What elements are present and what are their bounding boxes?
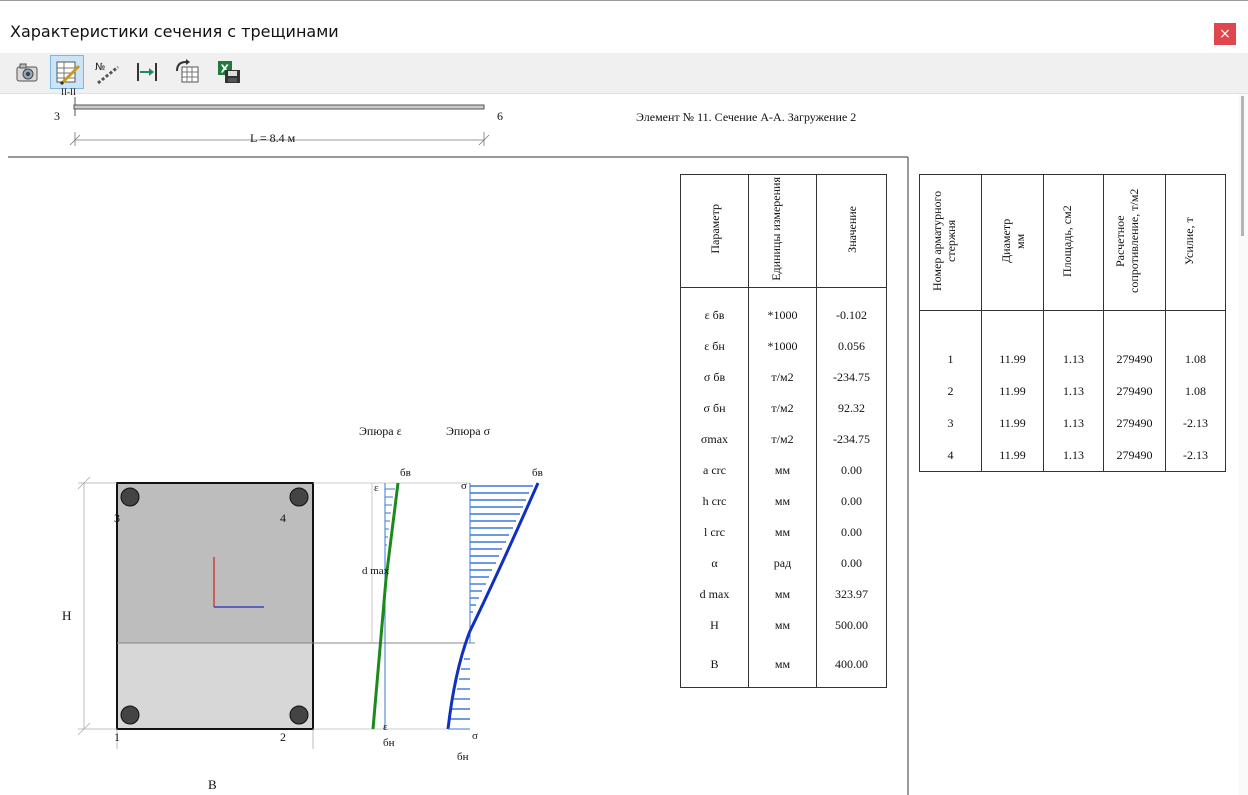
grid-rotate-button[interactable] bbox=[170, 55, 204, 89]
sigma-top-symbol: σ bbox=[461, 480, 467, 492]
beam-length-label: L = 8.4 м bbox=[250, 131, 296, 145]
table-row: σ бн т/м2 92.32 bbox=[680, 393, 887, 424]
rebar-label-1: 1 bbox=[114, 730, 120, 744]
cross-section-drawing bbox=[77, 476, 540, 749]
compressed-zone bbox=[117, 483, 313, 643]
table-row: d max мм 323.97 bbox=[680, 579, 887, 610]
value-header: Значение bbox=[816, 174, 887, 288]
table-row: ε бн *1000 0.056 bbox=[680, 331, 887, 362]
vertical-scrollbar[interactable] bbox=[1238, 94, 1248, 795]
window-title: Характеристики сечения с трещинами bbox=[10, 22, 339, 41]
parameters-header-row: Параметр Единицы измерения Значение bbox=[680, 174, 887, 288]
close-button[interactable]: × bbox=[1214, 23, 1236, 45]
parameters-table: Параметр Единицы измерения Значение ε бв… bbox=[680, 174, 887, 688]
sigma-top-zone-label: бв bbox=[532, 467, 543, 479]
scrollbar-thumb[interactable] bbox=[1241, 96, 1244, 236]
sigma-bottom-symbol: σ bbox=[472, 730, 478, 742]
rebar-header-row: Номер арматурного стержня Диаметр мм Пло… bbox=[919, 174, 1226, 311]
excel-save-icon: X bbox=[218, 61, 240, 83]
rebar-label-3: 3 bbox=[114, 511, 120, 525]
title-bar: Характеристики сечения с трещинами × bbox=[0, 1, 1248, 49]
screenshot-button[interactable] bbox=[10, 55, 44, 89]
beam-scheme bbox=[69, 97, 490, 146]
table-row: h crc мм 0.00 bbox=[680, 486, 887, 517]
unit-header: Единицы измерения bbox=[748, 174, 817, 288]
svg-text:№: № bbox=[95, 62, 105, 73]
table-row: Bмм 400.00 bbox=[680, 641, 887, 688]
table-row: α рад 0.00 bbox=[680, 548, 887, 579]
rebar-table: Номер арматурного стержня Диаметр мм Пло… bbox=[919, 174, 1226, 472]
epure-eps-title: Эпюра ε bbox=[359, 424, 402, 438]
table-edit-button[interactable] bbox=[50, 55, 84, 89]
dialog-window: Характеристики сечения с трещинами × № X… bbox=[0, 0, 1248, 795]
dmax-label: d max bbox=[362, 565, 390, 577]
table-row: l crc мм 0.00 bbox=[680, 517, 887, 548]
eps-top-zone-label: бв bbox=[400, 467, 411, 479]
rebar-3 bbox=[120, 487, 140, 507]
area-header: Площадь, см2 bbox=[1043, 174, 1104, 311]
diameter-header: Диаметр мм bbox=[981, 174, 1044, 311]
results-panel: II-II 3 6 L = 8.4 м Элемент № 11. Сечени… bbox=[0, 87, 1248, 795]
section-mark: II-II bbox=[61, 87, 76, 97]
force-header: Усилие, т bbox=[1165, 174, 1226, 311]
dimension-button[interactable] bbox=[130, 55, 164, 89]
eps-top-symbol: ε bbox=[374, 482, 379, 494]
epure-sigma-title: Эпюра σ bbox=[446, 424, 491, 438]
table-row: 4 11.99 1.13 279490 -2.13 bbox=[919, 439, 1226, 472]
sigma-bottom-zone-label: бн bbox=[457, 751, 469, 763]
table-row: σ бв т/м2 -234.75 bbox=[680, 362, 887, 393]
numbered-rebar-icon: № bbox=[95, 62, 119, 85]
camera-icon bbox=[16, 63, 38, 82]
rebar-label-2: 2 bbox=[280, 730, 286, 744]
rebar-2 bbox=[289, 705, 309, 725]
table-row: a crc мм 0.00 bbox=[680, 455, 887, 486]
tension-zone bbox=[117, 643, 313, 729]
height-label: H bbox=[62, 608, 72, 623]
width-label: B bbox=[208, 777, 217, 792]
beam-start-node: 3 bbox=[54, 109, 60, 123]
rebar-1 bbox=[120, 705, 140, 725]
table-row: σmax т/м2 -234.75 bbox=[680, 424, 887, 455]
export-excel-button[interactable]: X bbox=[212, 55, 246, 89]
table-row: 2 11.99 1.13 279490 1.08 bbox=[919, 375, 1226, 407]
element-title: Элемент № 11. Сечение А-А. Загружение 2 bbox=[636, 110, 857, 124]
beam-end-node: 6 bbox=[497, 109, 503, 123]
rebar-label-4: 4 bbox=[280, 511, 286, 525]
grid-rotate-icon bbox=[176, 59, 199, 83]
toolbar: № X bbox=[0, 53, 1248, 94]
table-row: 3 11.99 1.13 279490 -2.13 bbox=[919, 407, 1226, 439]
rebar-number-header: Номер арматурного стержня bbox=[919, 174, 982, 311]
epure-eps-line-bottom bbox=[371, 578, 388, 730]
numbered-rebar-button[interactable]: № bbox=[90, 55, 124, 89]
table-pencil-icon bbox=[56, 61, 81, 86]
param-header: Параметр bbox=[680, 174, 749, 288]
table-row: 1 11.99 1.13 279490 1.08 bbox=[919, 343, 1226, 375]
resistance-header: Расчетное сопротивление, т/м2 bbox=[1103, 174, 1166, 311]
epure-sigma-line bbox=[446, 482, 540, 730]
table-row: Hмм 500.00 bbox=[680, 610, 887, 641]
eps-bottom-zone-label: бн bbox=[383, 737, 395, 749]
eps-bottom-symbol: ε bbox=[383, 721, 388, 733]
dimension-icon bbox=[137, 63, 157, 81]
table-row: ε бв *1000 -0.102 bbox=[680, 300, 887, 331]
rebar-4 bbox=[289, 487, 309, 507]
